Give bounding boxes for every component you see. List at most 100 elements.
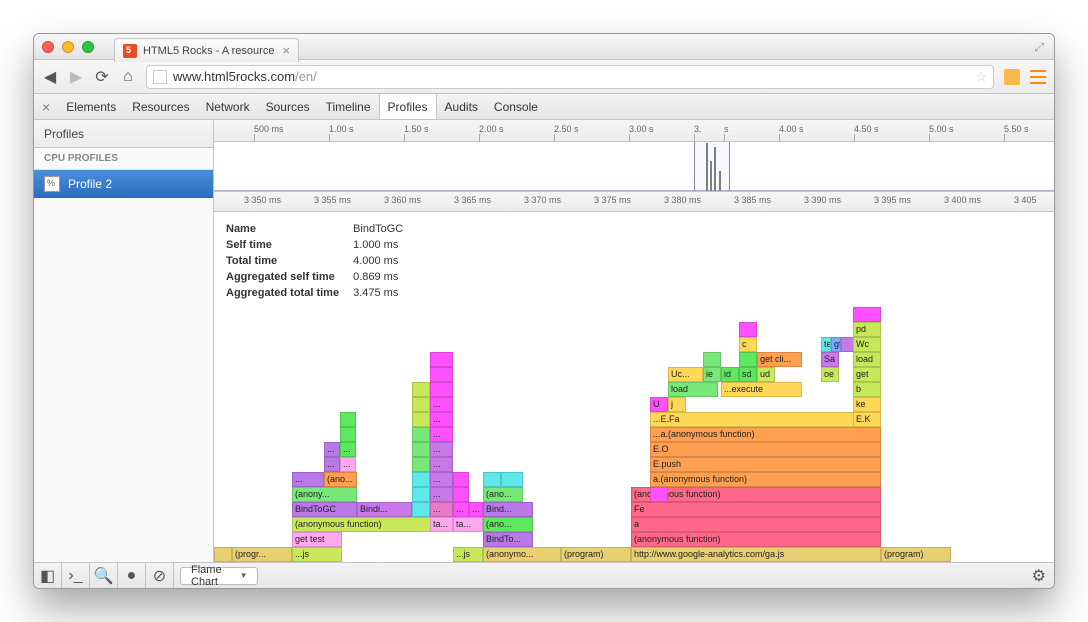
flame-cell[interactable] xyxy=(412,502,430,517)
flame-cell[interactable] xyxy=(412,427,430,442)
devtools-tab-resources[interactable]: Resources xyxy=(124,94,197,119)
flame-cell[interactable]: Fe xyxy=(631,502,881,517)
flame-cell[interactable]: ... xyxy=(324,457,340,472)
devtools-tab-audits[interactable]: Audits xyxy=(437,94,486,119)
flame-cell[interactable]: load xyxy=(668,382,718,397)
search-icon[interactable]: 🔍 xyxy=(90,563,118,588)
flame-cell[interactable] xyxy=(412,472,430,487)
flame-cell[interactable]: E.O xyxy=(650,442,881,457)
flame-cell[interactable]: a xyxy=(631,517,881,532)
flame-cell[interactable]: ... xyxy=(430,397,453,412)
devtools-tab-profiles[interactable]: Profiles xyxy=(379,94,437,119)
clear-icon[interactable]: ⊘ xyxy=(146,563,174,588)
flame-cell[interactable]: (ano... xyxy=(324,472,357,487)
flame-cell[interactable]: ... xyxy=(324,442,340,457)
flame-cell[interactable]: ... xyxy=(340,457,356,472)
home-button[interactable]: ⌂ xyxy=(120,69,136,85)
flame-cell[interactable] xyxy=(412,382,430,397)
flame-cell[interactable] xyxy=(650,487,668,502)
flame-cell[interactable]: BindToGC xyxy=(292,502,357,517)
flame-cell[interactable] xyxy=(412,457,430,472)
flame-cell[interactable]: (progr... xyxy=(232,547,292,562)
forward-button[interactable]: ▶ xyxy=(68,69,84,85)
detail-ruler[interactable]: 3 350 ms3 355 ms3 360 ms3 365 ms3 370 ms… xyxy=(214,192,1054,212)
flame-cell[interactable] xyxy=(483,472,501,487)
flame-cell[interactable]: get cli... xyxy=(757,352,802,367)
flame-cell[interactable]: ta... xyxy=(430,517,453,532)
flame-cell[interactable]: te xyxy=(821,337,831,352)
flame-cell[interactable]: (ano... xyxy=(483,517,533,532)
console-icon[interactable]: ›_ xyxy=(62,563,90,588)
flame-cell[interactable]: U xyxy=(650,397,668,412)
flame-cell[interactable] xyxy=(340,412,356,427)
devtools-close-icon[interactable]: × xyxy=(34,99,58,115)
flame-cell[interactable]: load xyxy=(853,352,881,367)
close-tab-icon[interactable]: × xyxy=(282,43,290,58)
browser-tab[interactable]: HTML5 Rocks - A resource × xyxy=(114,38,299,62)
flame-cell[interactable]: Wc xyxy=(853,337,881,352)
devtools-tab-timeline[interactable]: Timeline xyxy=(318,94,379,119)
flame-cell[interactable]: E.push xyxy=(650,457,881,472)
flame-cell[interactable]: ... xyxy=(292,472,324,487)
extension-icon[interactable] xyxy=(1004,69,1020,85)
flame-cell[interactable] xyxy=(412,397,430,412)
flame-cell[interactable]: (anonymous function) xyxy=(631,487,881,502)
flame-cell[interactable]: ... xyxy=(430,487,453,502)
hamburger-menu-icon[interactable] xyxy=(1030,70,1046,84)
flame-cell[interactable] xyxy=(430,382,453,397)
devtools-tab-elements[interactable]: Elements xyxy=(58,94,124,119)
flame-cell[interactable]: ud xyxy=(757,367,775,382)
flame-cell[interactable]: ... xyxy=(453,502,469,517)
flame-cell[interactable]: Bindi... xyxy=(357,502,412,517)
flame-cell[interactable]: id xyxy=(721,367,739,382)
overview-selection[interactable] xyxy=(694,142,730,191)
overview-strip[interactable] xyxy=(214,142,1054,192)
flame-cell[interactable]: E.K xyxy=(853,412,881,427)
flame-cell[interactable]: c xyxy=(739,337,757,352)
flame-cell[interactable] xyxy=(501,472,523,487)
flame-cell[interactable]: sd xyxy=(739,367,757,382)
zoom-window-button[interactable] xyxy=(82,41,94,53)
flame-cell[interactable]: pd xyxy=(853,322,881,337)
flame-cell[interactable] xyxy=(703,352,721,367)
flame-cell[interactable]: gf xyxy=(831,337,841,352)
flame-cell[interactable]: ... xyxy=(340,442,356,457)
flame-cell[interactable]: ie xyxy=(703,367,721,382)
flame-cell[interactable]: j xyxy=(668,397,686,412)
flame-cell[interactable]: get test xyxy=(292,532,342,547)
devtools-tab-console[interactable]: Console xyxy=(486,94,546,119)
flame-cell[interactable]: oe xyxy=(821,367,839,382)
close-window-button[interactable] xyxy=(42,41,54,53)
dock-icon[interactable]: ◧ xyxy=(34,563,62,588)
flame-cell[interactable] xyxy=(453,472,469,487)
flame-cell[interactable]: ...a.(anonymous function) xyxy=(650,427,881,442)
flame-cell[interactable]: b xyxy=(853,382,881,397)
overview-ruler[interactable]: 500 ms1.00 s1.50 s2.00 s2.50 s3.00 s3.s4… xyxy=(214,120,1054,142)
flame-cell[interactable]: (anony... xyxy=(292,487,357,502)
flame-cell[interactable]: (ano... xyxy=(483,487,523,502)
flame-cell[interactable]: ... xyxy=(430,502,453,517)
address-bar[interactable]: www.html5rocks.com/en/ ☆ xyxy=(146,65,994,89)
flame-cell[interactable]: ... xyxy=(430,457,453,472)
flame-cell[interactable]: (anonymous function) xyxy=(292,517,452,532)
flame-cell[interactable] xyxy=(430,367,453,382)
bookmark-star-icon[interactable]: ☆ xyxy=(975,69,987,85)
flame-cell[interactable] xyxy=(412,487,430,502)
view-select[interactable]: Flame Chart ▼ xyxy=(180,567,258,585)
flame-cell[interactable]: Sa xyxy=(821,352,839,367)
record-icon[interactable]: ● xyxy=(118,563,146,588)
flame-cell[interactable]: ... xyxy=(469,502,483,517)
flame-cell[interactable] xyxy=(739,322,757,337)
flame-cell[interactable] xyxy=(340,427,356,442)
flame-cell[interactable]: ke xyxy=(853,397,881,412)
profile-item[interactable]: Profile 2 xyxy=(34,170,213,198)
flame-cell[interactable]: ...execute xyxy=(721,382,802,397)
back-button[interactable]: ◀ xyxy=(42,69,58,85)
flame-cell[interactable] xyxy=(739,352,757,367)
flame-cell[interactable]: Bind... xyxy=(483,502,533,517)
gear-icon[interactable]: ⚙ xyxy=(1032,566,1046,586)
flame-cell[interactable]: ta... xyxy=(453,517,483,532)
flame-cell[interactable] xyxy=(214,547,232,562)
flame-cell[interactable]: (anonymo... xyxy=(483,547,561,562)
flame-cell[interactable]: (anonymous function) xyxy=(631,532,881,547)
